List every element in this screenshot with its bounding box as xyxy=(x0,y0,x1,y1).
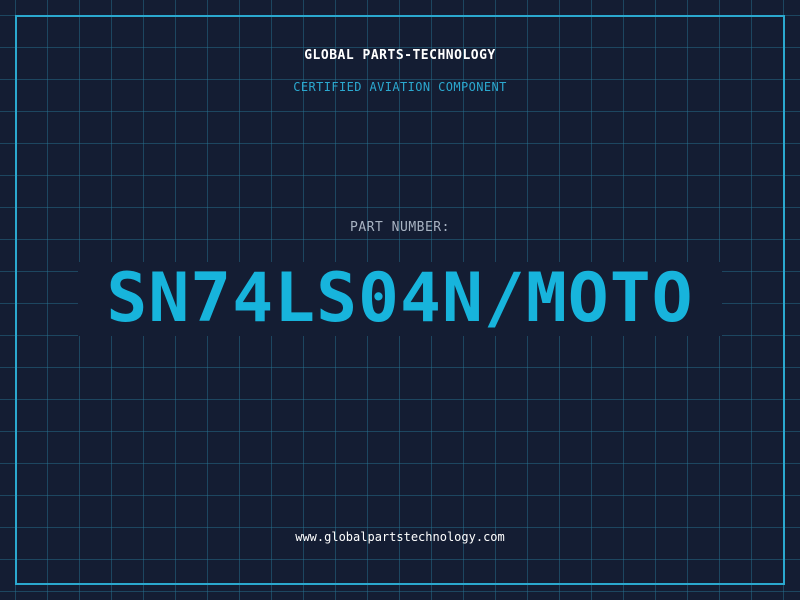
company-name: GLOBAL PARTS-TECHNOLOGY xyxy=(304,48,496,63)
certification-subtitle: CERTIFIED AVIATION COMPONENT xyxy=(293,80,507,94)
website-url: www.globalpartstechnology.com xyxy=(295,530,505,544)
part-number-label: PART NUMBER: xyxy=(350,220,450,235)
certificate-card: GLOBAL PARTS-TECHNOLOGY CERTIFIED AVIATI… xyxy=(0,0,800,600)
part-number-value: SN74LS04N/MOTO xyxy=(106,259,694,338)
